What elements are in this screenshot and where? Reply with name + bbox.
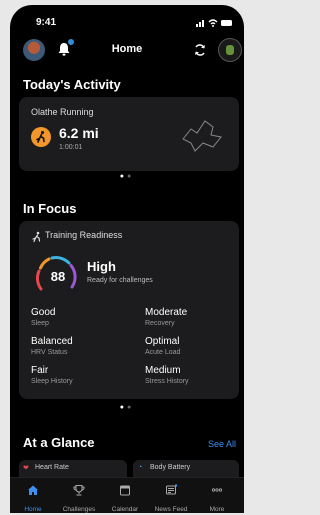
training-readiness-card[interactable]: Training Readiness 88 High Ready for cha… — [19, 221, 239, 399]
tab-news-feed[interactable]: News Feed — [148, 478, 194, 513]
heart-icon: ❤ — [23, 465, 29, 472]
sync-icon[interactable] — [193, 43, 207, 57]
metric-label: Sleep — [31, 320, 49, 327]
in-focus-heading: In Focus — [23, 201, 77, 216]
metric-value: Fair — [31, 365, 49, 376]
tab-calendar[interactable]: Calendar — [102, 478, 148, 513]
route-map-icon — [182, 120, 222, 152]
see-all-link[interactable]: See All — [208, 439, 236, 449]
tab-label: News Feed — [154, 506, 188, 513]
metric-sleep: Good Sleep — [31, 307, 55, 327]
status-time: 9:41 — [36, 17, 57, 28]
tab-label: Calendar — [111, 506, 139, 513]
metric-stress-history: Medium Stress History — [145, 365, 189, 385]
calendar-icon — [120, 485, 130, 496]
metric-label: Acute Load — [145, 349, 181, 356]
status-bar: 9:41 — [10, 5, 244, 33]
training-readiness-title: Training Readiness — [45, 230, 123, 240]
readiness-score: 88 — [50, 269, 66, 284]
metric-sleep-history: Fair Sleep History — [31, 365, 73, 385]
phone-screen: 9:41 Home Today's Activity Olathe Runnin… — [10, 5, 244, 513]
page-title: Home — [111, 43, 143, 55]
glance-card-label: Body Battery — [150, 464, 191, 471]
activity-card[interactable]: Olathe Running 6.2 mi 1:00:01 — [19, 97, 239, 171]
metric-hrv-status: Balanced HRV Status — [31, 336, 73, 356]
metric-value: Good — [31, 307, 56, 318]
metric-acute-load: Optimal Acute Load — [145, 336, 180, 356]
activity-duration: 1:00:01 — [59, 144, 83, 151]
activity-page-dots: ●● — [119, 173, 135, 180]
tab-home[interactable]: Home — [10, 478, 56, 513]
metric-label: Stress History — [145, 378, 189, 385]
metric-recovery: Moderate Recovery — [145, 307, 187, 327]
metric-label: HRV Status — [31, 349, 68, 356]
tab-label: More — [209, 506, 225, 513]
focus-page-dots: ●● — [119, 404, 135, 411]
challenges-icon — [73, 485, 85, 496]
metric-value: Moderate — [145, 307, 188, 318]
activity-name: Olathe Running — [31, 107, 94, 117]
metric-value: Optimal — [145, 336, 180, 347]
tab-label: Home — [24, 506, 42, 513]
readiness-level: High — [87, 259, 116, 274]
training-readiness-icon — [32, 231, 41, 243]
home-icon — [28, 485, 38, 495]
readiness-subtitle: Ready for challenges — [87, 277, 153, 284]
tab-more[interactable]: More — [194, 478, 240, 513]
tab-label: Challenges — [62, 506, 96, 513]
metric-label: Recovery — [145, 320, 175, 327]
metric-value: Balanced — [31, 336, 73, 347]
activity-distance: 6.2 mi — [59, 125, 99, 141]
device-watch-icon[interactable] — [218, 38, 242, 62]
glance-card-label: Heart Rate — [35, 464, 69, 471]
more-icon — [211, 488, 223, 492]
metric-label: Sleep History — [31, 378, 73, 385]
app-header: Home — [10, 35, 244, 69]
tab-bar: Home Challenges Calendar News Feed More — [10, 477, 244, 513]
running-icon — [31, 127, 51, 147]
status-icons — [196, 19, 232, 27]
news-feed-icon — [166, 484, 177, 495]
metric-value: Medium — [145, 365, 181, 376]
body-battery-icon: ◔ — [138, 464, 143, 471]
at-a-glance-heading: At a Glance — [23, 435, 95, 450]
todays-activity-heading: Today's Activity — [23, 77, 121, 92]
tab-challenges[interactable]: Challenges — [56, 478, 102, 513]
